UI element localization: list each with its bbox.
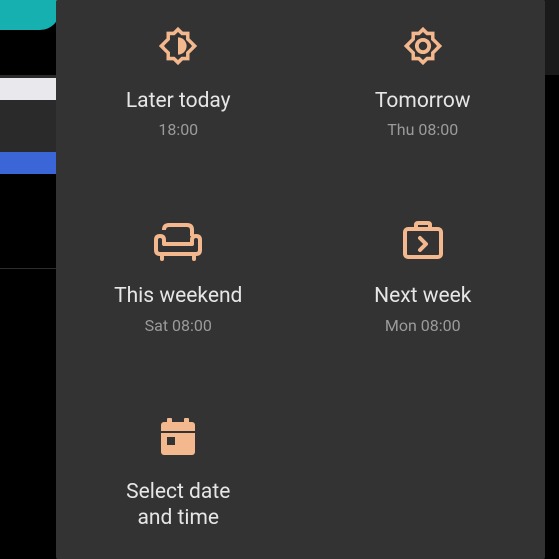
briefcase-icon — [399, 217, 447, 265]
option-label: This weekend — [114, 283, 242, 309]
option-label: Select date and time — [126, 479, 230, 532]
option-label: Next week — [374, 283, 471, 309]
option-tomorrow[interactable]: Tomorrow Thu 08:00 — [301, 22, 546, 139]
option-sublabel: Sat 08:00 — [145, 316, 212, 335]
option-next-week[interactable]: Next week Mon 08:00 — [301, 217, 546, 334]
snooze-picker-sheet: Later today 18:00 Tomorrow Thu 08:00 — [56, 0, 545, 559]
option-select-date-time[interactable]: Select date and time — [56, 413, 301, 538]
option-later-today[interactable]: Later today 18:00 — [56, 22, 301, 139]
option-sublabel: Thu 08:00 — [387, 120, 458, 139]
option-sublabel: 18:00 — [158, 120, 198, 139]
option-label: Later today — [126, 88, 231, 114]
option-label: Tomorrow — [375, 88, 471, 114]
couch-icon — [151, 217, 205, 265]
brightness-high-icon — [400, 22, 446, 70]
brightness-medium-icon — [155, 22, 201, 70]
calendar-icon — [157, 413, 199, 461]
option-this-weekend[interactable]: This weekend Sat 08:00 — [56, 217, 301, 334]
option-sublabel: Mon 08:00 — [385, 316, 461, 335]
